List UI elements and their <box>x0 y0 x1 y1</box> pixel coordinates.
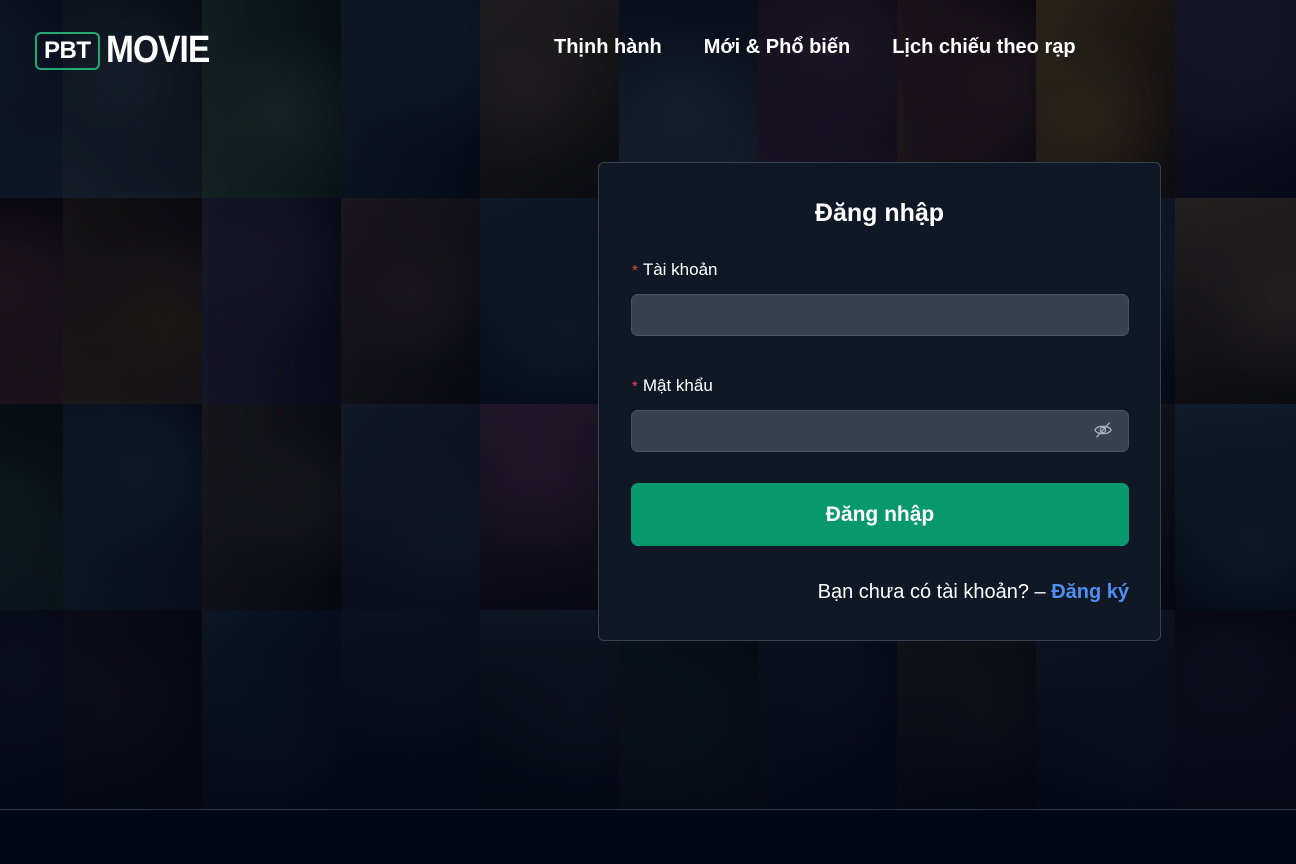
site-logo[interactable]: PBT MOVIE <box>35 29 223 72</box>
signup-prompt: Bạn chưa có tài khoản? – <box>817 581 1052 603</box>
signup-row: Bạn chưa có tài khoản? – Đăng ký <box>818 581 1129 604</box>
nav-new-popular[interactable]: Mới & Phổ biến <box>704 36 850 59</box>
password-label: * Mật khẩu <box>632 376 713 396</box>
password-input[interactable] <box>631 410 1129 452</box>
username-label-text: Tài khoản <box>642 260 718 279</box>
nav-trending[interactable]: Thịnh hành <box>554 36 662 59</box>
site-header: PBT MOVIE Thịnh hành Mới & Phổ biến Lịch… <box>0 0 1296 98</box>
eye-off-icon[interactable] <box>1093 421 1113 439</box>
required-mark: * <box>632 262 638 279</box>
main-nav: Thịnh hành Mới & Phổ biến Lịch chiếu the… <box>554 36 1118 59</box>
username-input[interactable] <box>631 294 1129 336</box>
login-title: Đăng nhập <box>814 199 945 227</box>
required-mark: * <box>632 378 638 395</box>
signup-link[interactable]: Đăng ký <box>1051 581 1129 603</box>
logo-text: MOVIE <box>105 29 210 71</box>
login-submit-button[interactable]: Đăng nhập <box>631 483 1129 546</box>
username-label: * Tài khoản <box>632 260 718 280</box>
nav-cinema-schedule[interactable]: Lịch chiếu theo rạp <box>892 36 1075 59</box>
logo-badge: PBT <box>35 31 100 70</box>
footer-divider <box>0 809 1296 810</box>
login-card: Đăng nhập * Tài khoản * Mật khẩu Đăng nhập… <box>598 162 1161 641</box>
password-label-text: Mật khẩu <box>642 376 713 395</box>
